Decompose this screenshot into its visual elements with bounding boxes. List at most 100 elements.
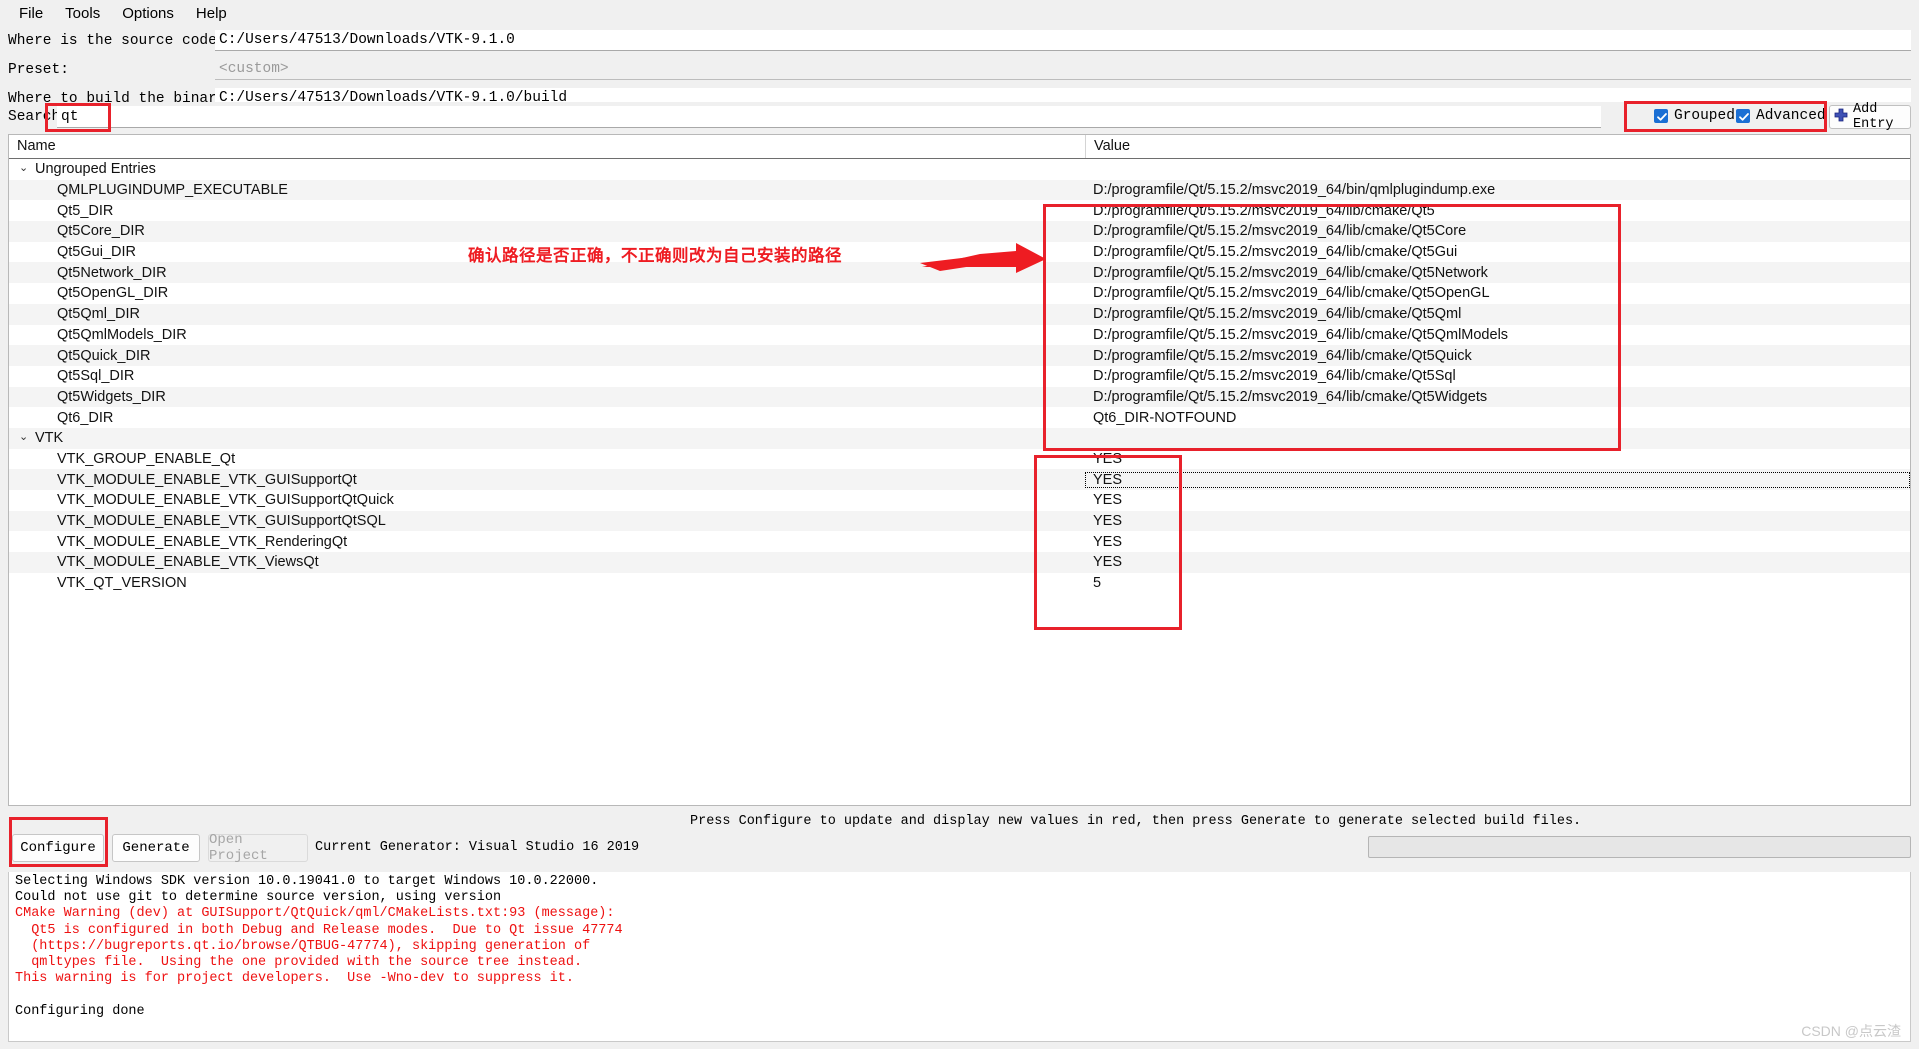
cache-variable-value[interactable]: D:/programfile/Qt/5.15.2/msvc2019_64/lib… bbox=[1085, 244, 1910, 260]
table-row[interactable]: Qt5_DIR D:/programfile/Qt/5.15.2/msvc2019… bbox=[9, 200, 1910, 222]
cache-variable-value[interactable]: D:/programfile/Qt/5.15.2/msvc2019_64/lib… bbox=[1085, 389, 1910, 405]
console-line: Could not use git to determine source ve… bbox=[15, 890, 502, 906]
table-row[interactable]: VTK_GROUP_ENABLE_Qt YES bbox=[9, 448, 1910, 470]
console-line: (https://bugreports.qt.io/browse/QTBUG-4… bbox=[15, 938, 591, 954]
table-row[interactable]: VTK_MODULE_ENABLE_VTK_GUISupportQtQuick Y… bbox=[9, 490, 1910, 511]
cache-variable-name: VTK_MODULE_ENABLE_VTK_RenderingQt bbox=[57, 533, 348, 550]
group-label: Ungrouped Entries bbox=[35, 161, 156, 178]
cache-variable-name: VTK_GROUP_ENABLE_Qt bbox=[57, 450, 236, 467]
table-row[interactable]: VTK_MODULE_ENABLE_VTK_GUISupportQtSQL YES bbox=[9, 510, 1910, 532]
cache-variable-value[interactable]: 5 bbox=[1085, 575, 1910, 591]
menu-help[interactable]: Help bbox=[185, 2, 238, 25]
search-bar: Search: Grouped Advanced Add Entry bbox=[0, 102, 1919, 132]
table-group-row[interactable]: ⌄ VTK bbox=[9, 427, 1910, 449]
cache-variable-name: Qt5_DIR bbox=[57, 202, 114, 219]
cache-variable-value[interactable]: D:/programfile/Qt/5.15.2/msvc2019_64/lib… bbox=[1085, 306, 1910, 322]
preset-label: Preset: bbox=[8, 61, 69, 78]
table-row[interactable]: Qt5OpenGL_DIR D:/programfile/Qt/5.15.2/ms… bbox=[9, 283, 1910, 304]
path-form: Where is the source code: Preset: Where … bbox=[0, 26, 1919, 109]
table-row[interactable]: Qt5QmlModels_DIR D:/programfile/Qt/5.15.2… bbox=[9, 324, 1910, 346]
table-row[interactable]: VTK_QT_VERSION 5 bbox=[9, 572, 1910, 594]
checkbox-check-icon bbox=[1736, 109, 1750, 123]
console-line: Configuring done bbox=[15, 1003, 145, 1019]
menu-tools[interactable]: Tools bbox=[54, 2, 111, 25]
table-row[interactable]: VTK_MODULE_ENABLE_VTK_ViewsQt YES bbox=[9, 552, 1910, 573]
cache-variable-value[interactable]: YES bbox=[1085, 471, 1910, 488]
cache-variable-value[interactable]: YES bbox=[1085, 534, 1910, 550]
console-line: This warning is for project developers. … bbox=[15, 971, 574, 987]
table-row[interactable]: Qt5Gui_DIR D:/programfile/Qt/5.15.2/msvc2… bbox=[9, 241, 1910, 263]
group-label: VTK bbox=[35, 430, 64, 447]
table-row[interactable]: Qt5Quick_DIR D:/programfile/Qt/5.15.2/msv… bbox=[9, 345, 1910, 366]
cache-variable-value[interactable]: D:/programfile/Qt/5.15.2/msvc2019_64/lib… bbox=[1085, 368, 1910, 384]
table-header: Name Value bbox=[9, 135, 1910, 159]
cache-variable-name: Qt5Widgets_DIR bbox=[57, 388, 166, 405]
table-group-row[interactable]: ⌄ Ungrouped Entries bbox=[9, 159, 1910, 180]
table-row[interactable]: Qt5Sql_DIR D:/programfile/Qt/5.15.2/msvc2… bbox=[9, 365, 1910, 387]
generate-button[interactable]: Generate bbox=[112, 834, 200, 862]
table-row[interactable]: VTK_MODULE_ENABLE_VTK_RenderingQt YES bbox=[9, 531, 1910, 553]
table-row[interactable]: Qt5Core_DIR D:/programfile/Qt/5.15.2/msvc… bbox=[9, 221, 1910, 242]
advanced-label: Advanced bbox=[1756, 108, 1826, 124]
source-path-input[interactable] bbox=[215, 30, 1911, 51]
current-generator-text: Current Generator: Visual Studio 16 2019 bbox=[315, 840, 640, 855]
open-project-button[interactable]: Open Project bbox=[208, 832, 308, 864]
cache-variable-value[interactable]: D:/programfile/Qt/5.15.2/msvc2019_64/lib… bbox=[1085, 203, 1910, 219]
column-header-value[interactable]: Value bbox=[1085, 135, 1905, 158]
cache-variable-name: QMLPLUGINDUMP_EXECUTABLE bbox=[57, 182, 288, 199]
cache-variable-name: Qt5Sql_DIR bbox=[57, 368, 135, 385]
configure-button[interactable]: Configure bbox=[12, 834, 104, 862]
cache-variable-name: Qt5OpenGL_DIR bbox=[57, 285, 169, 302]
cache-variable-value[interactable]: YES bbox=[1085, 513, 1910, 529]
chevron-down-icon[interactable]: ⌄ bbox=[19, 431, 35, 443]
table-row[interactable]: Qt5Qml_DIR D:/programfile/Qt/5.15.2/msvc2… bbox=[9, 303, 1910, 325]
cache-variable-name: Qt6_DIR bbox=[57, 409, 114, 426]
table-body: ⌄ Ungrouped Entries QMLPLUGINDUMP_EXECUTAB… bbox=[9, 159, 1910, 594]
cache-variable-name: VTK_MODULE_ENABLE_VTK_ViewsQt bbox=[57, 554, 319, 571]
cmake-gui-window: File Tools Options Help Where is the sou… bbox=[0, 0, 1919, 1049]
annotation-note-text: 确认路径是否正确，不正确则改为自己安装的路径 bbox=[468, 247, 842, 265]
column-header-name[interactable]: Name bbox=[9, 135, 1084, 158]
cache-variable-name: VTK_MODULE_ENABLE_VTK_GUISupportQtSQL bbox=[57, 513, 386, 530]
cache-variable-name: Qt5Core_DIR bbox=[57, 223, 145, 240]
menu-bar: File Tools Options Help bbox=[0, 0, 1919, 26]
cache-variable-value[interactable]: D:/programfile/Qt/5.15.2/msvc2019_64/lib… bbox=[1085, 348, 1910, 364]
cache-variable-value[interactable]: YES bbox=[1085, 492, 1910, 508]
checkbox-check-icon bbox=[1654, 109, 1668, 123]
chevron-down-icon[interactable]: ⌄ bbox=[19, 162, 35, 174]
table-row[interactable]: VTK_MODULE_ENABLE_VTK_GUISupportQt YES bbox=[9, 469, 1910, 490]
console-line: qmltypes file. Using the one provided wi… bbox=[15, 955, 583, 971]
progress-bar bbox=[1368, 836, 1911, 858]
group-name-cell: ⌄ VTK bbox=[9, 430, 1085, 446]
table-row[interactable]: Qt5Network_DIR D:/programfile/Qt/5.15.2/m… bbox=[9, 262, 1910, 284]
cache-variable-value[interactable]: D:/programfile/Qt/5.15.2/msvc2019_64/lib… bbox=[1085, 327, 1910, 343]
cache-variable-value[interactable]: YES bbox=[1085, 451, 1910, 467]
table-row[interactable]: Qt6_DIR Qt6_DIR-NOTFOUND bbox=[9, 407, 1910, 428]
cache-variable-name: Qt5QmlModels_DIR bbox=[57, 326, 187, 343]
search-input[interactable] bbox=[57, 106, 1601, 128]
cache-variable-value[interactable]: D:/programfile/Qt/5.15.2/msvc2019_64/bin… bbox=[1085, 182, 1910, 198]
grouped-checkbox[interactable]: Grouped bbox=[1654, 108, 1735, 124]
grouped-label: Grouped bbox=[1674, 108, 1735, 124]
cache-variable-value[interactable]: D:/programfile/Qt/5.15.2/msvc2019_64/lib… bbox=[1085, 265, 1910, 281]
cache-variable-name: VTK_MODULE_ENABLE_VTK_GUISupportQtQuick bbox=[57, 492, 394, 509]
cache-variable-name: Qt5Network_DIR bbox=[57, 264, 167, 281]
menu-options[interactable]: Options bbox=[111, 2, 185, 25]
cache-variable-name: VTK_MODULE_ENABLE_VTK_GUISupportQt bbox=[57, 471, 357, 488]
cache-variable-value[interactable]: YES bbox=[1085, 554, 1910, 570]
cache-variable-value[interactable]: D:/programfile/Qt/5.15.2/msvc2019_64/lib… bbox=[1085, 285, 1910, 301]
menu-file[interactable]: File bbox=[8, 2, 54, 25]
cache-variable-value[interactable]: D:/programfile/Qt/5.15.2/msvc2019_64/lib… bbox=[1085, 223, 1910, 239]
plus-icon bbox=[1834, 108, 1848, 127]
console-line: Selecting Windows SDK version 10.0.19041… bbox=[15, 874, 599, 889]
table-row[interactable]: QMLPLUGINDUMP_EXECUTABLE D:/programfile/Q… bbox=[9, 179, 1910, 201]
add-entry-button[interactable]: Add Entry bbox=[1829, 102, 1911, 132]
advanced-checkbox[interactable]: Advanced bbox=[1736, 108, 1826, 124]
preset-select[interactable] bbox=[215, 59, 1911, 80]
table-row[interactable]: Qt5Widgets_DIR D:/programfile/Qt/5.15.2/m… bbox=[9, 386, 1910, 408]
console-output[interactable]: Selecting Windows SDK version 10.0.19041… bbox=[8, 872, 1911, 1042]
cache-variable-value[interactable]: Qt6_DIR-NOTFOUND bbox=[1085, 410, 1910, 426]
source-row: Where is the source code: bbox=[8, 30, 1911, 51]
cache-variable-name: Qt5Quick_DIR bbox=[57, 347, 151, 364]
